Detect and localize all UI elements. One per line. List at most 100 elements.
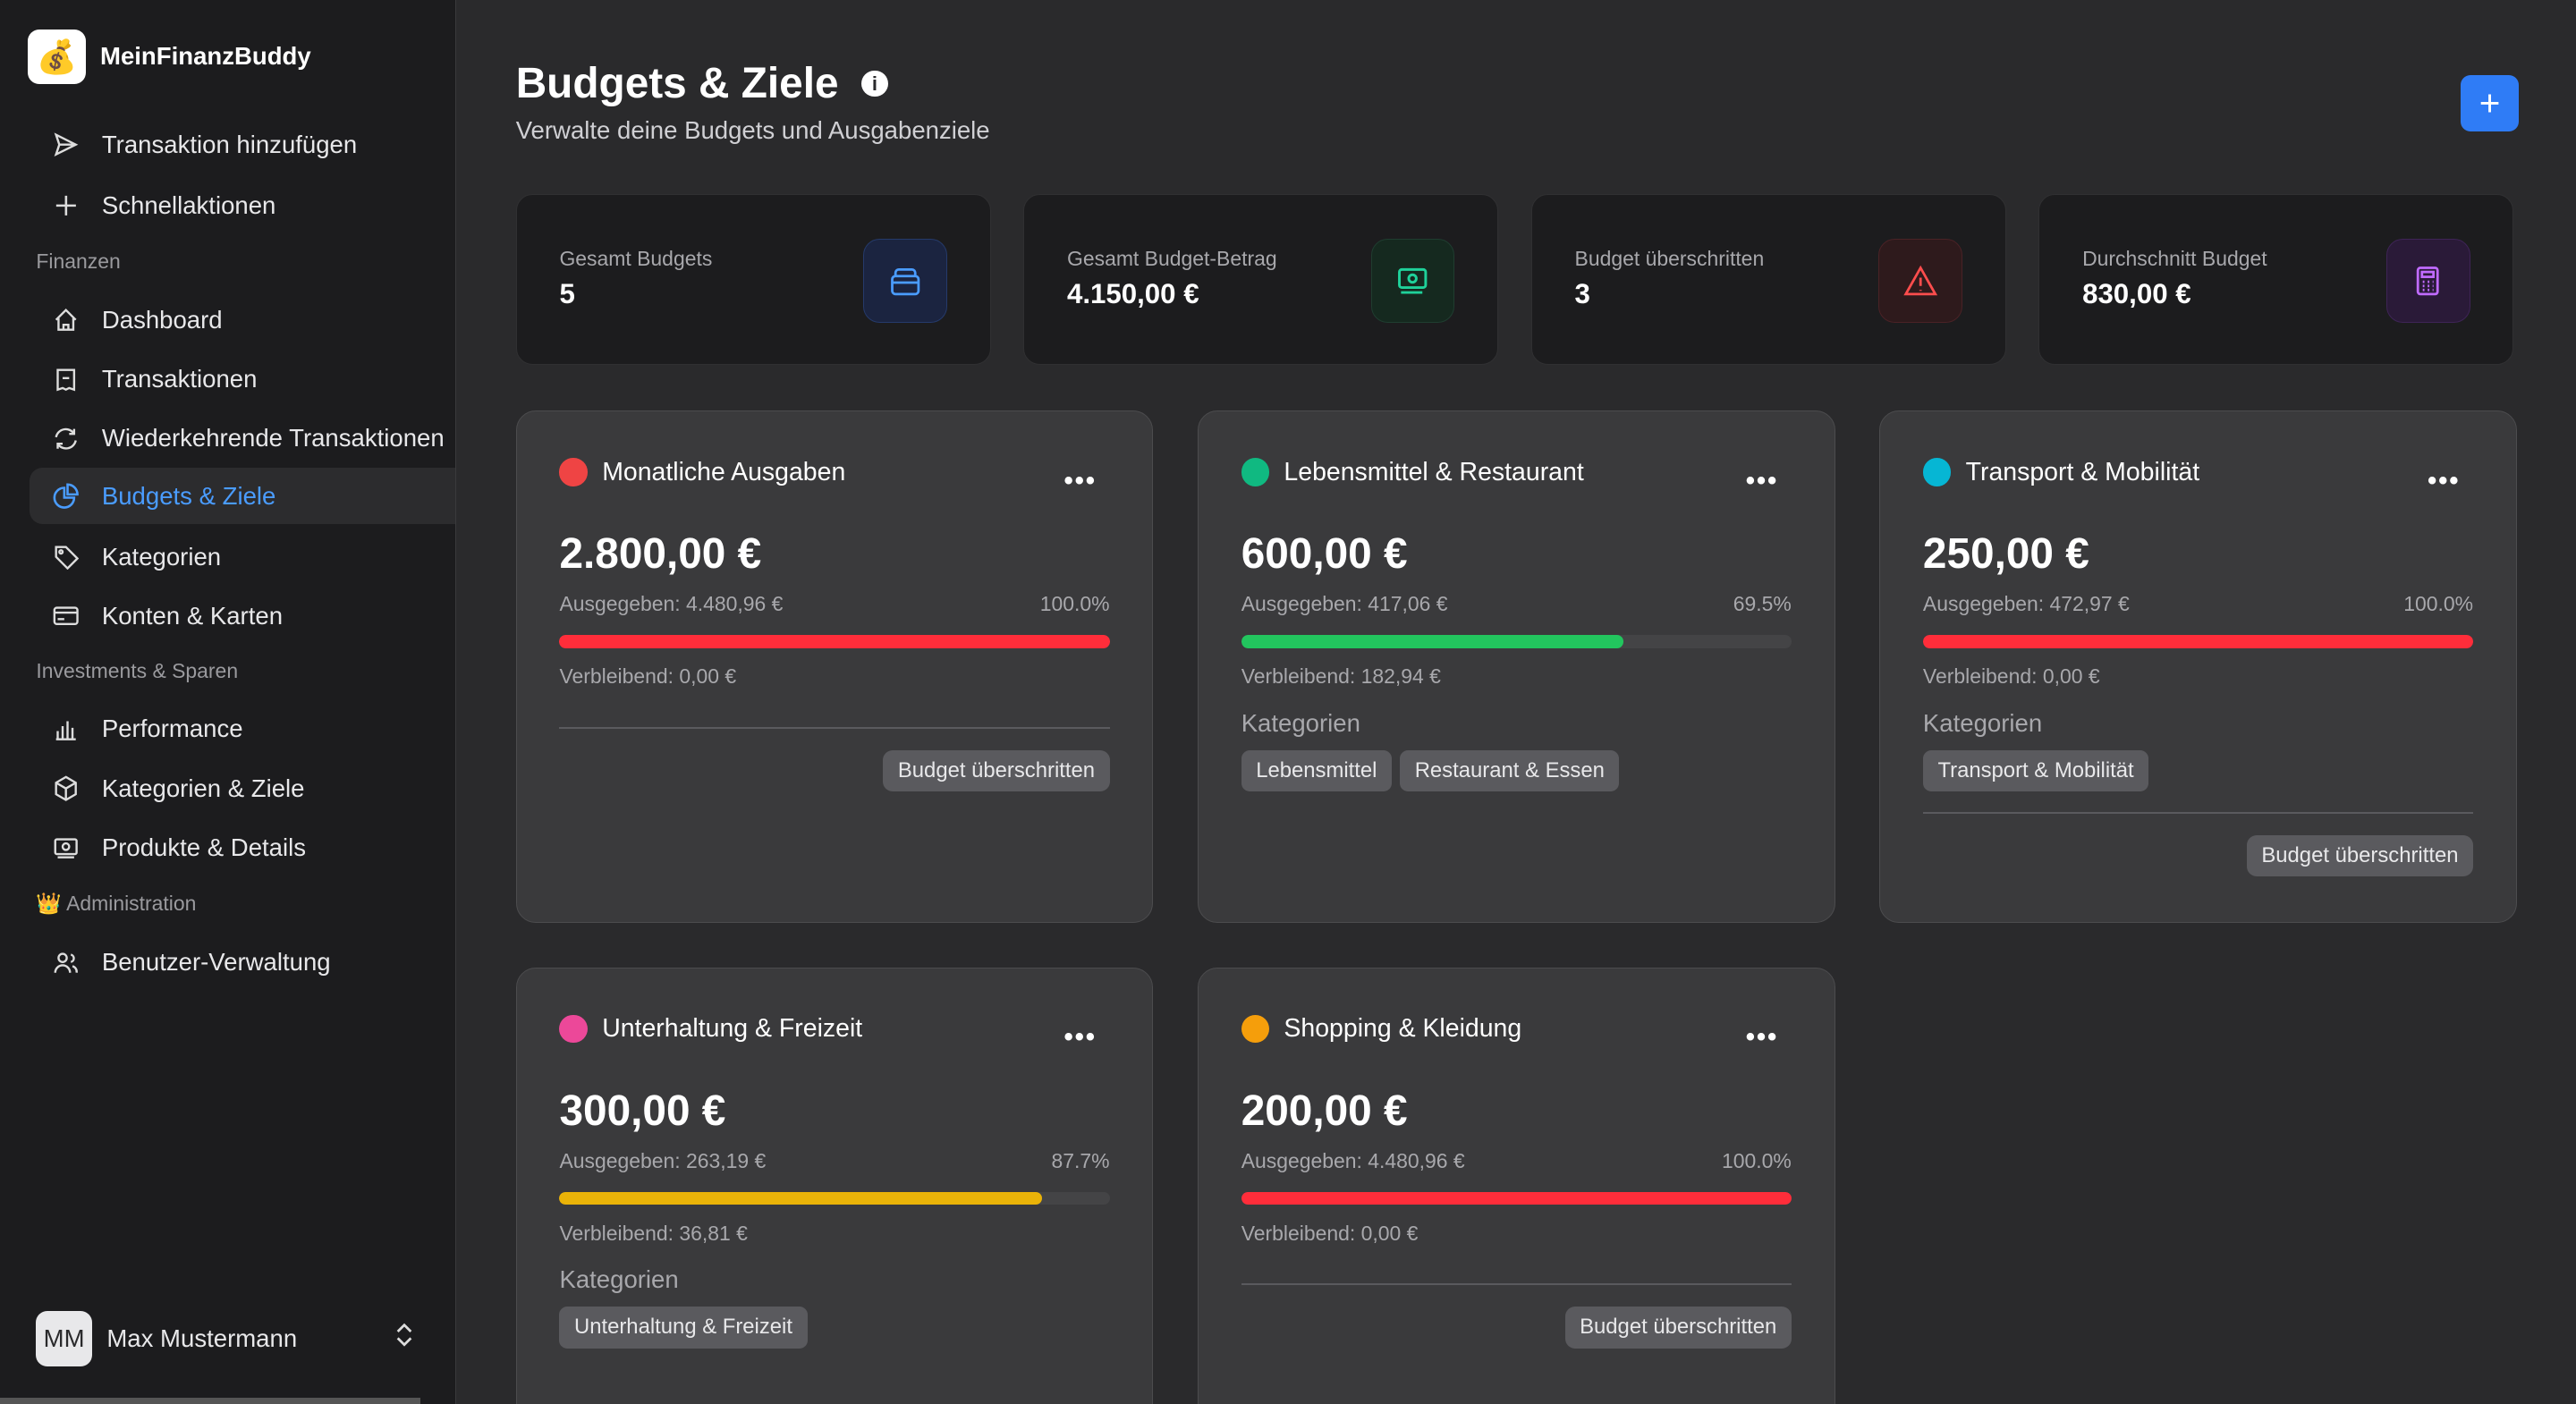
budget-name: Monatliche Ausgaben bbox=[602, 458, 845, 487]
section-investments: Investments & Sparen bbox=[36, 659, 238, 683]
stat-card-average: Durchschnitt Budget 830,00 € bbox=[2038, 194, 2513, 365]
budget-progress-bar bbox=[559, 635, 1109, 648]
budget-card: Monatliche Ausgaben ••• 2.800,00 € Ausge… bbox=[516, 410, 1154, 923]
budget-percent: 69.5% bbox=[1733, 592, 1792, 616]
send-icon bbox=[30, 131, 102, 157]
stat-value: 830,00 € bbox=[2082, 278, 2191, 310]
sidebar-item-quick-actions[interactable]: Schnellaktionen bbox=[30, 177, 455, 233]
categories-label: Kategorien bbox=[1241, 709, 1360, 738]
stat-value: 4.150,00 € bbox=[1067, 278, 1199, 310]
more-options-icon[interactable]: ••• bbox=[2428, 466, 2460, 496]
color-dot-icon bbox=[559, 458, 587, 486]
category-tags: LebensmittelRestaurant & Essen bbox=[1241, 750, 1620, 791]
color-dot-icon bbox=[1241, 458, 1269, 486]
sidebar-item-performance[interactable]: Performance bbox=[30, 701, 455, 757]
more-options-icon[interactable]: ••• bbox=[1746, 466, 1778, 496]
budget-progress-bar bbox=[1241, 1192, 1792, 1205]
banknote-icon bbox=[1371, 239, 1455, 323]
more-options-icon[interactable]: ••• bbox=[1064, 466, 1097, 496]
cube-icon bbox=[30, 775, 102, 801]
sidebar-item-label: Performance bbox=[102, 715, 243, 743]
stat-label: Budget überschritten bbox=[1575, 247, 1765, 271]
divider bbox=[559, 727, 1109, 729]
sidebar-item-accounts[interactable]: Konten & Karten bbox=[30, 588, 455, 644]
sidebar-item-label: Benutzer-Verwaltung bbox=[102, 948, 331, 977]
progress-fill bbox=[559, 1192, 1041, 1205]
sidebar-item-user-management[interactable]: Benutzer-Verwaltung bbox=[30, 935, 455, 990]
sidebar-item-label: Schnellaktionen bbox=[102, 191, 276, 220]
brand[interactable]: 💰 MeinFinanzBuddy bbox=[28, 30, 310, 84]
budget-header: Unterhaltung & Freizeit bbox=[559, 1014, 862, 1044]
budget-spent: Ausgegeben: 417,06 € bbox=[1241, 592, 1448, 616]
budget-exceeded-badge: Budget überschritten bbox=[2247, 835, 2473, 876]
color-dot-icon bbox=[1241, 1015, 1269, 1043]
budget-name: Lebensmittel & Restaurant bbox=[1284, 458, 1583, 487]
horizontal-scrollbar[interactable] bbox=[0, 1398, 420, 1404]
budget-progress-bar bbox=[1241, 635, 1792, 648]
stat-card-exceeded: Budget überschritten 3 bbox=[1531, 194, 2006, 365]
progress-fill bbox=[559, 635, 1109, 648]
tag-icon bbox=[30, 544, 102, 570]
sidebar-item-label: Transaktion hinzufügen bbox=[102, 131, 357, 159]
sidebar-item-dashboard[interactable]: Dashboard bbox=[30, 292, 455, 348]
page-subtitle: Verwalte deine Budgets und Ausgabenziele bbox=[516, 116, 990, 145]
more-options-icon[interactable]: ••• bbox=[1746, 1022, 1778, 1053]
app-root: 💰 MeinFinanzBuddy Transaktion hinzufügen… bbox=[0, 0, 2576, 1404]
budget-progress-bar bbox=[1923, 635, 2473, 648]
budget-exceeded-badge: Budget überschritten bbox=[883, 750, 1109, 791]
budget-spent: Ausgegeben: 472,97 € bbox=[1923, 592, 2130, 616]
more-options-icon[interactable]: ••• bbox=[1064, 1022, 1097, 1053]
budget-header: Transport & Mobilität bbox=[1923, 458, 2199, 487]
wallet-icon bbox=[863, 239, 947, 323]
sidebar-item-budgets[interactable]: Budgets & Ziele bbox=[30, 468, 455, 523]
budget-card: Shopping & Kleidung ••• 200,00 € Ausgege… bbox=[1198, 968, 1835, 1404]
sidebar-item-recurring[interactable]: Wiederkehrende Transaktionen bbox=[30, 410, 455, 466]
users-icon bbox=[30, 950, 102, 976]
section-administration: 👑 Administration bbox=[36, 892, 196, 916]
budget-remaining: Verbleibend: 182,94 € bbox=[1241, 664, 1441, 689]
sidebar-item-label: Produkte & Details bbox=[102, 833, 306, 862]
budget-amount: 600,00 € bbox=[1241, 529, 1408, 579]
budget-header: Monatliche Ausgaben bbox=[559, 458, 845, 487]
sidebar: 💰 MeinFinanzBuddy Transaktion hinzufügen… bbox=[0, 0, 456, 1404]
stat-value: 3 bbox=[1575, 278, 1590, 310]
budget-card: Lebensmittel & Restaurant ••• 600,00 € A… bbox=[1198, 410, 1835, 923]
sidebar-item-products[interactable]: Produkte & Details bbox=[30, 820, 455, 875]
main-content: Budgets & Zielei Verwalte deine Budgets … bbox=[457, 0, 2576, 1404]
category-tag: Unterhaltung & Freizeit bbox=[559, 1307, 807, 1348]
budget-card: Unterhaltung & Freizeit ••• 300,00 € Aus… bbox=[516, 968, 1154, 1404]
stat-label: Gesamt Budget-Betrag bbox=[1067, 247, 1277, 271]
sidebar-item-categories[interactable]: Kategorien bbox=[30, 529, 455, 584]
calculator-icon bbox=[2386, 239, 2470, 323]
plus-icon bbox=[30, 194, 102, 217]
sidebar-item-transactions[interactable]: Transaktionen bbox=[30, 351, 455, 407]
user-menu[interactable]: MM Max Mustermann bbox=[36, 1311, 413, 1366]
banknote-icon bbox=[30, 834, 102, 860]
sidebar-item-label: Transaktionen bbox=[102, 365, 258, 393]
money-bag-icon: 💰 bbox=[28, 30, 85, 84]
budget-spent: Ausgegeben: 263,19 € bbox=[559, 1149, 766, 1173]
category-tag: Restaurant & Essen bbox=[1400, 750, 1619, 791]
budget-card: Transport & Mobilität ••• 250,00 € Ausge… bbox=[1879, 410, 2517, 923]
budget-amount: 200,00 € bbox=[1241, 1087, 1408, 1136]
progress-fill bbox=[1241, 635, 1624, 648]
divider bbox=[1241, 1283, 1792, 1285]
page-title: Budgets & Zielei bbox=[516, 59, 888, 108]
budget-percent: 100.0% bbox=[1040, 592, 1110, 616]
category-tags: Transport & Mobilität bbox=[1923, 750, 2148, 791]
budget-remaining: Verbleibend: 36,81 € bbox=[559, 1222, 747, 1246]
color-dot-icon bbox=[1923, 458, 1951, 486]
add-budget-button[interactable]: + bbox=[2461, 75, 2518, 131]
sidebar-item-investment-categories[interactable]: Kategorien & Ziele bbox=[30, 760, 455, 816]
sidebar-item-add-transaction[interactable]: Transaktion hinzufügen bbox=[30, 116, 455, 172]
budget-progress-bar bbox=[559, 1192, 1109, 1205]
progress-fill bbox=[1241, 1192, 1792, 1205]
bar-chart-icon bbox=[30, 716, 102, 742]
stat-value: 5 bbox=[559, 278, 574, 310]
color-dot-icon bbox=[559, 1015, 587, 1043]
info-icon[interactable]: i bbox=[861, 71, 887, 97]
category-tags: Unterhaltung & Freizeit bbox=[559, 1307, 807, 1348]
sidebar-item-label: Wiederkehrende Transaktionen bbox=[102, 424, 445, 452]
budget-spent: Ausgegeben: 4.480,96 € bbox=[1241, 1149, 1465, 1173]
pie-chart-icon bbox=[30, 483, 102, 509]
